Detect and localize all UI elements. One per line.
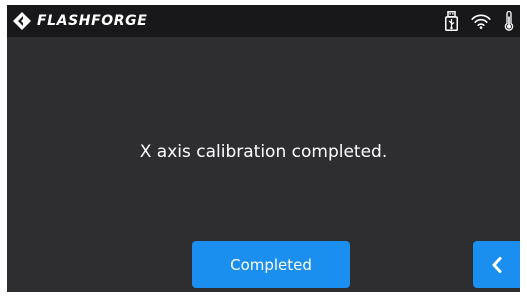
printer-screen: FLASHFORGE X axis calibration completed.…	[7, 5, 520, 292]
thermometer-icon	[504, 11, 514, 31]
calibration-status-message: X axis calibration completed.	[139, 142, 388, 162]
usb-drive-icon	[445, 11, 458, 31]
brand: FLASHFORGE	[13, 12, 147, 30]
back-button[interactable]	[473, 241, 520, 288]
brand-name: FLASHFORGE	[37, 13, 148, 29]
status-icons	[445, 10, 514, 32]
completed-button[interactable]: Completed	[192, 241, 350, 288]
status-bar: FLASHFORGE	[7, 5, 520, 37]
flashforge-logo-icon	[13, 12, 31, 30]
chevron-left-icon	[492, 256, 501, 273]
wifi-icon	[471, 14, 491, 29]
